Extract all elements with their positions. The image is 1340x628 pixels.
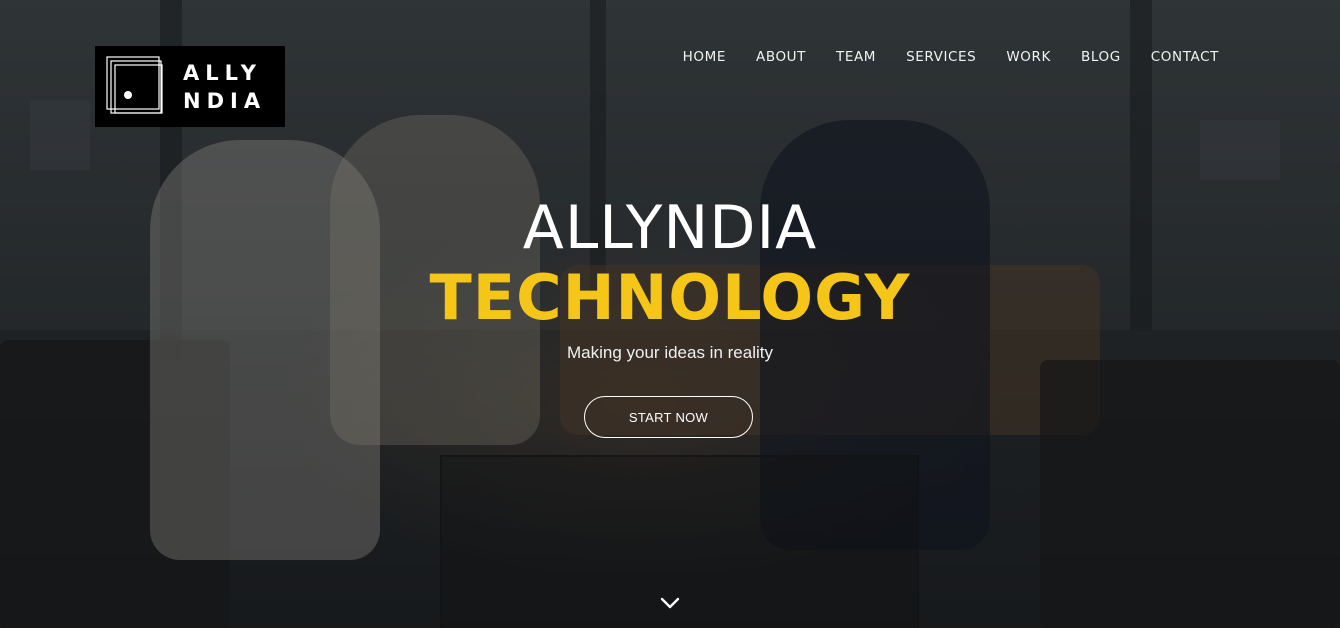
- nav-item-home[interactable]: HOME: [668, 49, 741, 66]
- hero-title-line1: ALLYNDIA: [522, 193, 818, 263]
- nav-item-contact[interactable]: CONTACT: [1136, 49, 1234, 66]
- main-navigation: HOME ABOUT TEAM SERVICES WORK BLOG CONTA…: [668, 49, 1234, 66]
- hero-title-line2: TECHNOLOGY: [429, 261, 911, 334]
- nav-item-blog[interactable]: BLOG: [1066, 49, 1136, 66]
- chevron-down-icon[interactable]: [659, 594, 681, 612]
- hero-tagline: Making your ideas in reality: [567, 343, 773, 362]
- brand-logo[interactable]: ALLY NDIA: [95, 46, 285, 127]
- nav-item-team[interactable]: TEAM: [821, 49, 891, 66]
- nav-item-work[interactable]: WORK: [991, 49, 1066, 66]
- start-now-button[interactable]: START NOW: [584, 396, 753, 438]
- nav-item-services[interactable]: SERVICES: [891, 49, 991, 66]
- logo-text-line2: NDIA: [183, 89, 267, 113]
- nav-item-about[interactable]: ABOUT: [741, 49, 821, 66]
- logo-squares-icon: [106, 56, 163, 114]
- logo-text-line1: ALLY: [183, 61, 262, 85]
